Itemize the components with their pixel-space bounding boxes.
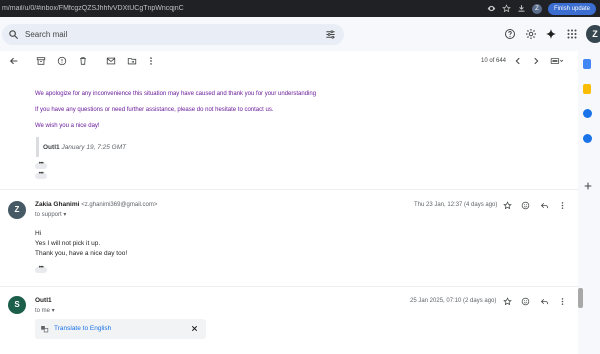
download-icon[interactable]: [517, 4, 526, 13]
finish-update-button[interactable]: Finish update: [547, 2, 596, 15]
show-trimmed-button[interactable]: •••: [35, 171, 47, 179]
quoted-header: Outl1 January 19, 7:25 GMT: [43, 144, 126, 151]
star-outline-icon[interactable]: [502, 4, 511, 13]
search-input[interactable]: Search mail: [25, 30, 67, 39]
translate-link[interactable]: Translate to English: [54, 325, 111, 332]
more-vert-icon[interactable]: [558, 297, 567, 306]
emoji-react-icon[interactable]: [521, 297, 530, 306]
recipient-line[interactable]: to support ▾: [35, 211, 66, 218]
sender-avatar[interactable]: S: [8, 296, 26, 314]
more-vert-icon[interactable]: [146, 56, 156, 66]
message-divider: [0, 286, 578, 287]
delete-icon[interactable]: [78, 56, 88, 66]
keep-icon[interactable]: [583, 84, 591, 94]
message1-line: We wish you a nice day!: [35, 123, 100, 129]
star-icon[interactable]: [503, 201, 512, 210]
sender-email: <z.ghanimi369@gmail.com>: [81, 202, 158, 208]
input-tools-icon[interactable]: [550, 56, 564, 66]
chevron-left-icon[interactable]: [513, 56, 523, 66]
search-icon[interactable]: [8, 29, 19, 40]
browser-profile-avatar[interactable]: Z: [531, 3, 542, 14]
translate-icon: [41, 326, 49, 333]
message-divider: [0, 189, 578, 190]
emoji-react-icon[interactable]: [521, 201, 530, 210]
message-body-line: Yes I will not pick it up.: [35, 240, 101, 247]
message-date: Thu 23 Jan, 12:37 (4 days ago): [414, 202, 498, 208]
message-count: 10 of 644: [481, 58, 507, 64]
show-trimmed-button[interactable]: •••: [35, 265, 47, 273]
message-toolbar: 10 of 644: [0, 51, 578, 73]
message1-line: If you have any questions or need furthe…: [35, 107, 274, 113]
sender-name[interactable]: Zakia Ghanimi <z.ghanimi369@gmail.com>: [35, 201, 157, 208]
recipient-text: to support: [35, 212, 62, 218]
contacts-icon[interactable]: [583, 134, 592, 143]
back-arrow-icon[interactable]: [9, 56, 19, 66]
chevron-right-icon[interactable]: [531, 56, 541, 66]
quote-date: January 19, 7:25 GMT: [61, 144, 127, 151]
add-addon-icon[interactable]: [583, 181, 593, 191]
tasks-icon[interactable]: [583, 109, 592, 118]
calendar-icon[interactable]: [583, 59, 591, 69]
url-text[interactable]: m/mail/u/0/#inbox/FMfcgzQZSJhhfvVDXtUCgT…: [0, 5, 470, 12]
side-panel: [578, 51, 600, 354]
sender-avatar[interactable]: Z: [8, 201, 26, 219]
browser-actions: Z Finish update: [487, 0, 600, 17]
quote-sender: Outl1: [43, 144, 60, 151]
report-spam-icon[interactable]: [57, 56, 67, 66]
sender-name[interactable]: Outl1: [35, 297, 52, 304]
reply-icon[interactable]: [540, 201, 549, 210]
message-body-line: Hi: [35, 230, 42, 237]
recipient-text: to me: [35, 308, 51, 314]
eye-icon[interactable]: [487, 4, 496, 13]
reply-icon[interactable]: [540, 297, 549, 306]
quote-bar: [36, 137, 39, 157]
search-options-icon[interactable]: [325, 29, 336, 40]
message-date: 25 Jan 2025, 07:10 (2 days ago): [410, 298, 497, 304]
translate-banner: Translate to English: [35, 319, 206, 339]
message1-line: We apologize for any inconvenience this …: [35, 91, 317, 97]
settings-gear-icon[interactable]: [525, 28, 537, 40]
message-body-line: Thank you, have a nice day too!: [35, 250, 128, 257]
star-icon[interactable]: [503, 297, 512, 306]
show-trimmed-button[interactable]: •••: [35, 161, 47, 169]
sender-name-text: Zakia Ghanimi: [35, 201, 80, 208]
account-avatar[interactable]: Z: [586, 25, 600, 43]
recipient-line[interactable]: to me ▾: [35, 307, 55, 314]
mark-unread-icon[interactable]: [106, 56, 116, 66]
gemini-sparkle-icon[interactable]: [545, 28, 557, 40]
archive-icon[interactable]: [36, 56, 46, 66]
help-icon[interactable]: [504, 28, 516, 40]
move-to-icon[interactable]: [127, 56, 137, 66]
scrollbar-thumb[interactable]: [578, 288, 583, 308]
search-bar[interactable]: Search mail: [2, 24, 344, 45]
gmail-header: Search mail Z: [0, 17, 600, 51]
apps-grid-icon[interactable]: [566, 28, 578, 40]
close-icon[interactable]: [190, 324, 199, 333]
more-vert-icon[interactable]: [558, 201, 567, 210]
browser-url-bar: m/mail/u/0/#inbox/FMfcgzQZSJhhfvVDXtUCgT…: [0, 0, 600, 17]
